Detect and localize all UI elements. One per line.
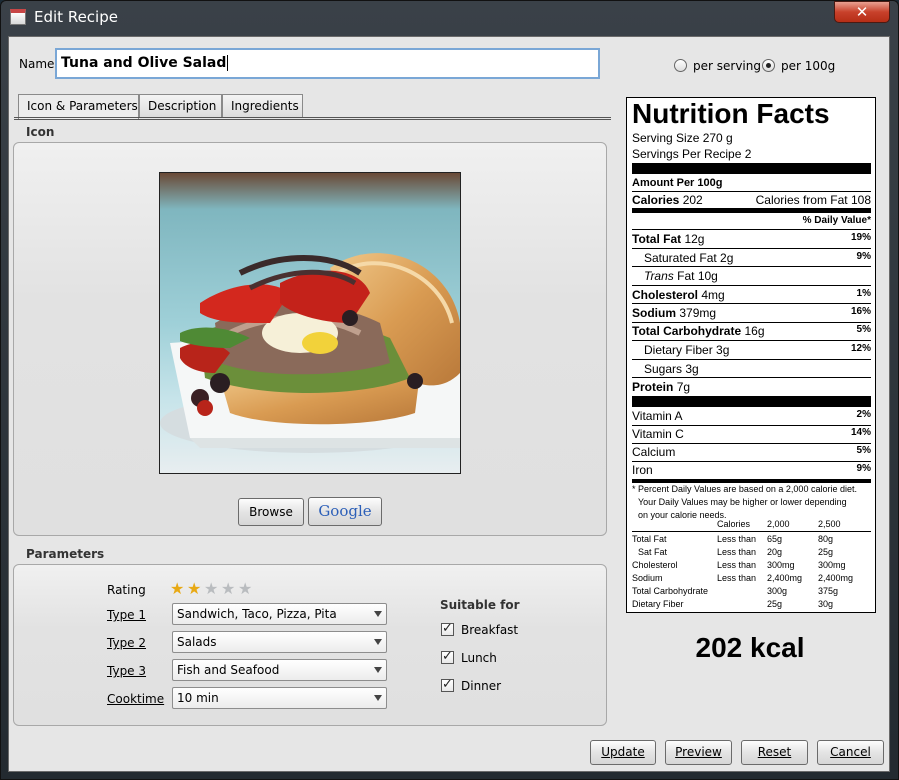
name-input[interactable]: Tuna and Olive Salad [55,48,600,79]
lunch-checkbox[interactable] [441,649,454,664]
nutrition-title: Nutrition Facts [632,98,830,129]
kcal-total: 202 kcal [695,632,805,663]
servings-per-recipe: Servings Per Recipe 2 [632,147,752,161]
type3-value: Fish and Seafood [177,663,280,677]
per-serving-label: per serving [693,59,761,73]
calories-row: Calories 202 Calories from Fat 108 [632,193,871,207]
close-button[interactable]: ✕ [834,1,890,23]
saturated-fat-row: Saturated Fat 2g 9% [644,251,871,265]
sandwich-illustration [160,173,460,473]
star-filled-icon[interactable]: ★ [187,581,201,597]
tab-ingredients[interactable]: Ingredients [222,94,303,118]
app-icon [10,9,26,25]
suitable-for-title: Suitable for [440,598,520,612]
parameters-section-title: Parameters [26,547,105,561]
type3-label: Type 3 [107,664,147,678]
per-100g-radio[interactable] [762,59,775,72]
star-empty-icon[interactable]: ★ [204,581,218,597]
name-label: Name [19,57,55,71]
carbohydrate-row: Total Carbohydrate 16g 5% [632,324,871,338]
rating-label: Rating [107,583,146,597]
serving-size: Serving Size 270 g [632,131,733,145]
cooktime-value: 10 min [177,691,219,705]
vitamin-a-row: Vitamin A 2% [632,409,871,423]
footnote-line-2: Your Daily Values may be higher or lower… [638,497,847,507]
type1-label: Type 1 [107,608,147,622]
window-title: Edit Recipe [34,8,118,26]
sodium-row: Sodium 379mg 16% [632,306,871,320]
breakfast-checkbox[interactable] [441,621,454,636]
chevron-down-icon [374,667,382,673]
chevron-down-icon [374,695,382,701]
type3-select[interactable]: Fish and Seafood [172,659,387,681]
trans-fat-row: Trans Fat 10g [644,269,718,283]
tab-description[interactable]: Description [139,94,222,118]
type1-select[interactable]: Sandwich, Taco, Pizza, Pita [172,603,387,625]
type1-value: Sandwich, Taco, Pizza, Pita [177,607,337,621]
type2-label: Type 2 [107,636,147,650]
cancel-button[interactable]: Cancel [817,740,884,765]
star-empty-icon[interactable]: ★ [238,581,252,597]
per-100g-label: per 100g [781,59,836,73]
type2-value: Salads [177,635,217,649]
footnote-line-1: * Percent Daily Values are based on a 2,… [632,484,857,494]
chevron-down-icon [374,639,382,645]
lunch-label: Lunch [461,651,497,665]
star-empty-icon[interactable]: ★ [221,581,235,597]
tab-divider [14,117,611,120]
update-button[interactable]: Update [590,740,656,765]
iron-row: Iron 9% [632,463,871,477]
close-icon: ✕ [855,3,869,21]
breakfast-label: Breakfast [461,623,519,637]
browse-button[interactable]: Browse [238,498,304,526]
tab-icon-parameters[interactable]: Icon & Parameters [18,94,139,119]
nutrition-facts-label: Nutrition Facts Serving Size 270 g Servi… [626,97,876,613]
chevron-down-icon [374,611,382,617]
amount-per: Amount Per 100g [632,177,723,189]
title-bar[interactable]: Edit Recipe ✕ [0,0,899,36]
type2-select[interactable]: Salads [172,631,387,653]
dinner-label: Dinner [461,679,502,693]
cooktime-select[interactable]: 10 min [172,687,387,709]
google-button[interactable]: Google [308,497,382,526]
sugars-row: Sugars 3g [644,362,699,376]
protein-row: Protein 7g [632,380,691,394]
preview-button[interactable]: Preview [665,740,732,765]
cooktime-label: Cooktime [107,692,165,706]
dinner-checkbox[interactable] [441,677,454,692]
calcium-row: Calcium 5% [632,445,871,459]
name-value: Tuna and Olive Salad [61,55,227,71]
reset-button[interactable]: Reset [741,740,808,765]
vitamin-c-row: Vitamin C 14% [632,427,871,441]
dietary-fiber-row: Dietary Fiber 3g 12% [644,343,871,357]
total-fat-row: Total Fat 12g 19% [632,232,871,246]
icon-section-title: Icon [26,125,55,139]
recipe-image [159,172,461,474]
cholesterol-row: Cholesterol 4mg 1% [632,288,871,302]
rating-stars[interactable]: ★ ★ ★ ★ ★ [170,581,260,599]
per-serving-radio[interactable] [674,59,687,72]
daily-value-header: % Daily Value* [802,215,871,226]
star-filled-icon[interactable]: ★ [170,581,184,597]
